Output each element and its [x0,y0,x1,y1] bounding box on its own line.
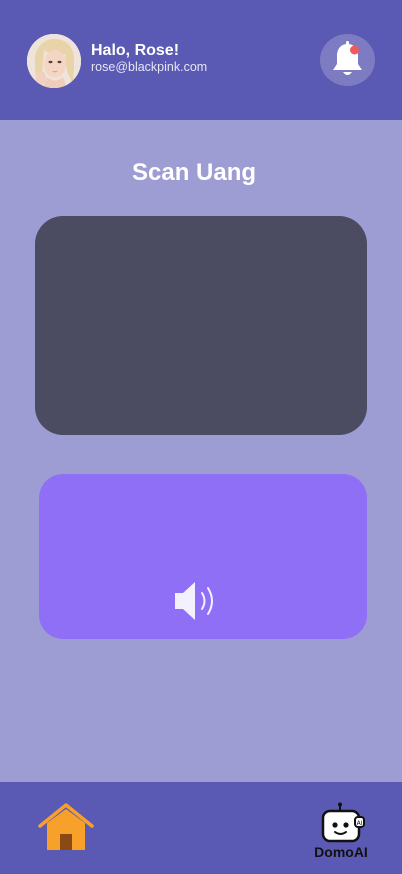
speaker-icon [175,582,213,620]
user-email: rose@blackpink.com [91,60,208,74]
svg-text:AI: AI [357,820,363,827]
greeting-text: Halo, Rose! [91,42,180,59]
notification-button[interactable] [320,34,375,86]
speaker-button[interactable] [171,578,227,624]
nav-home-button[interactable] [37,802,95,854]
bell-icon [333,41,362,75]
domoai-label: DomoAI [314,844,368,860]
camera-preview[interactable] [35,216,367,435]
avatar[interactable] [27,34,81,88]
page-title: Scan Uang [131,159,257,186]
notification-dot [350,45,359,55]
robot-icon: AI [321,802,365,843]
nav-domoai-button[interactable]: AI DomoAI [306,802,376,862]
home-icon [38,803,94,850]
